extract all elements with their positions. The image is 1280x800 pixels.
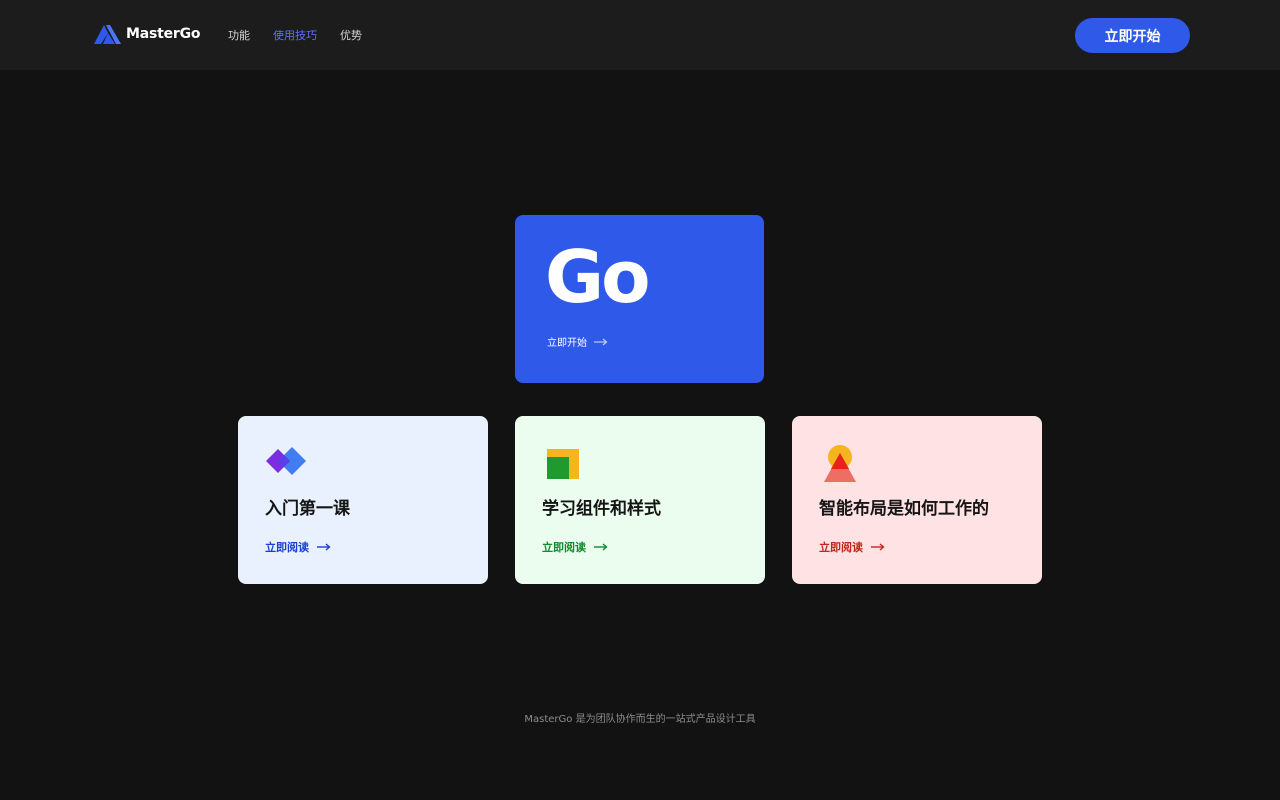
- sun-triangle-icon: [819, 444, 863, 484]
- arrow-right-icon: [594, 543, 608, 551]
- start-now-button[interactable]: 立即开始: [1075, 18, 1190, 53]
- read-now-label: 立即阅读: [542, 541, 586, 554]
- nav-item-features[interactable]: 功能: [228, 28, 250, 44]
- hero-link-label: 立即开始: [547, 338, 587, 349]
- top-navigation-bar: MasterGo 功能 使用技巧 优势 立即开始: [0, 0, 1280, 70]
- footer-tagline: MasterGo 是为团队协作而生的一站式产品设计工具: [524, 714, 756, 725]
- card-components-styles[interactable]: 学习组件和样式 立即阅读: [515, 416, 765, 584]
- hero-title: Go: [545, 235, 651, 319]
- square-layers-icon: [542, 444, 586, 484]
- nav-item-advantages[interactable]: 优势: [340, 28, 362, 44]
- read-now-link[interactable]: 立即阅读: [265, 539, 331, 555]
- brand-logo[interactable]: MasterGo: [94, 24, 201, 44]
- card-title: 学习组件和样式: [542, 499, 661, 519]
- mastergo-logo-icon: [94, 25, 121, 44]
- card-title: 入门第一课: [265, 499, 350, 519]
- diamond-icon: [265, 444, 309, 484]
- arrow-right-icon: [871, 543, 885, 551]
- hero-start-link[interactable]: 立即开始: [547, 334, 608, 349]
- read-now-link[interactable]: 立即阅读: [819, 539, 885, 555]
- brand-name: MasterGo: [126, 26, 201, 42]
- card-first-lesson[interactable]: 入门第一课 立即阅读: [238, 416, 488, 584]
- main-nav: 功能 使用技巧 优势: [228, 28, 385, 44]
- arrow-right-icon: [317, 543, 331, 551]
- nav-item-tips[interactable]: 使用技巧: [273, 28, 317, 44]
- read-now-label: 立即阅读: [819, 541, 863, 554]
- card-title: 智能布局是如何工作的: [819, 499, 989, 519]
- arrow-right-icon: [594, 338, 608, 345]
- hero-go-card[interactable]: Go 立即开始: [515, 215, 764, 383]
- read-now-link[interactable]: 立即阅读: [542, 539, 608, 555]
- read-now-label: 立即阅读: [265, 541, 309, 554]
- card-smart-layout[interactable]: 智能布局是如何工作的 立即阅读: [792, 416, 1042, 584]
